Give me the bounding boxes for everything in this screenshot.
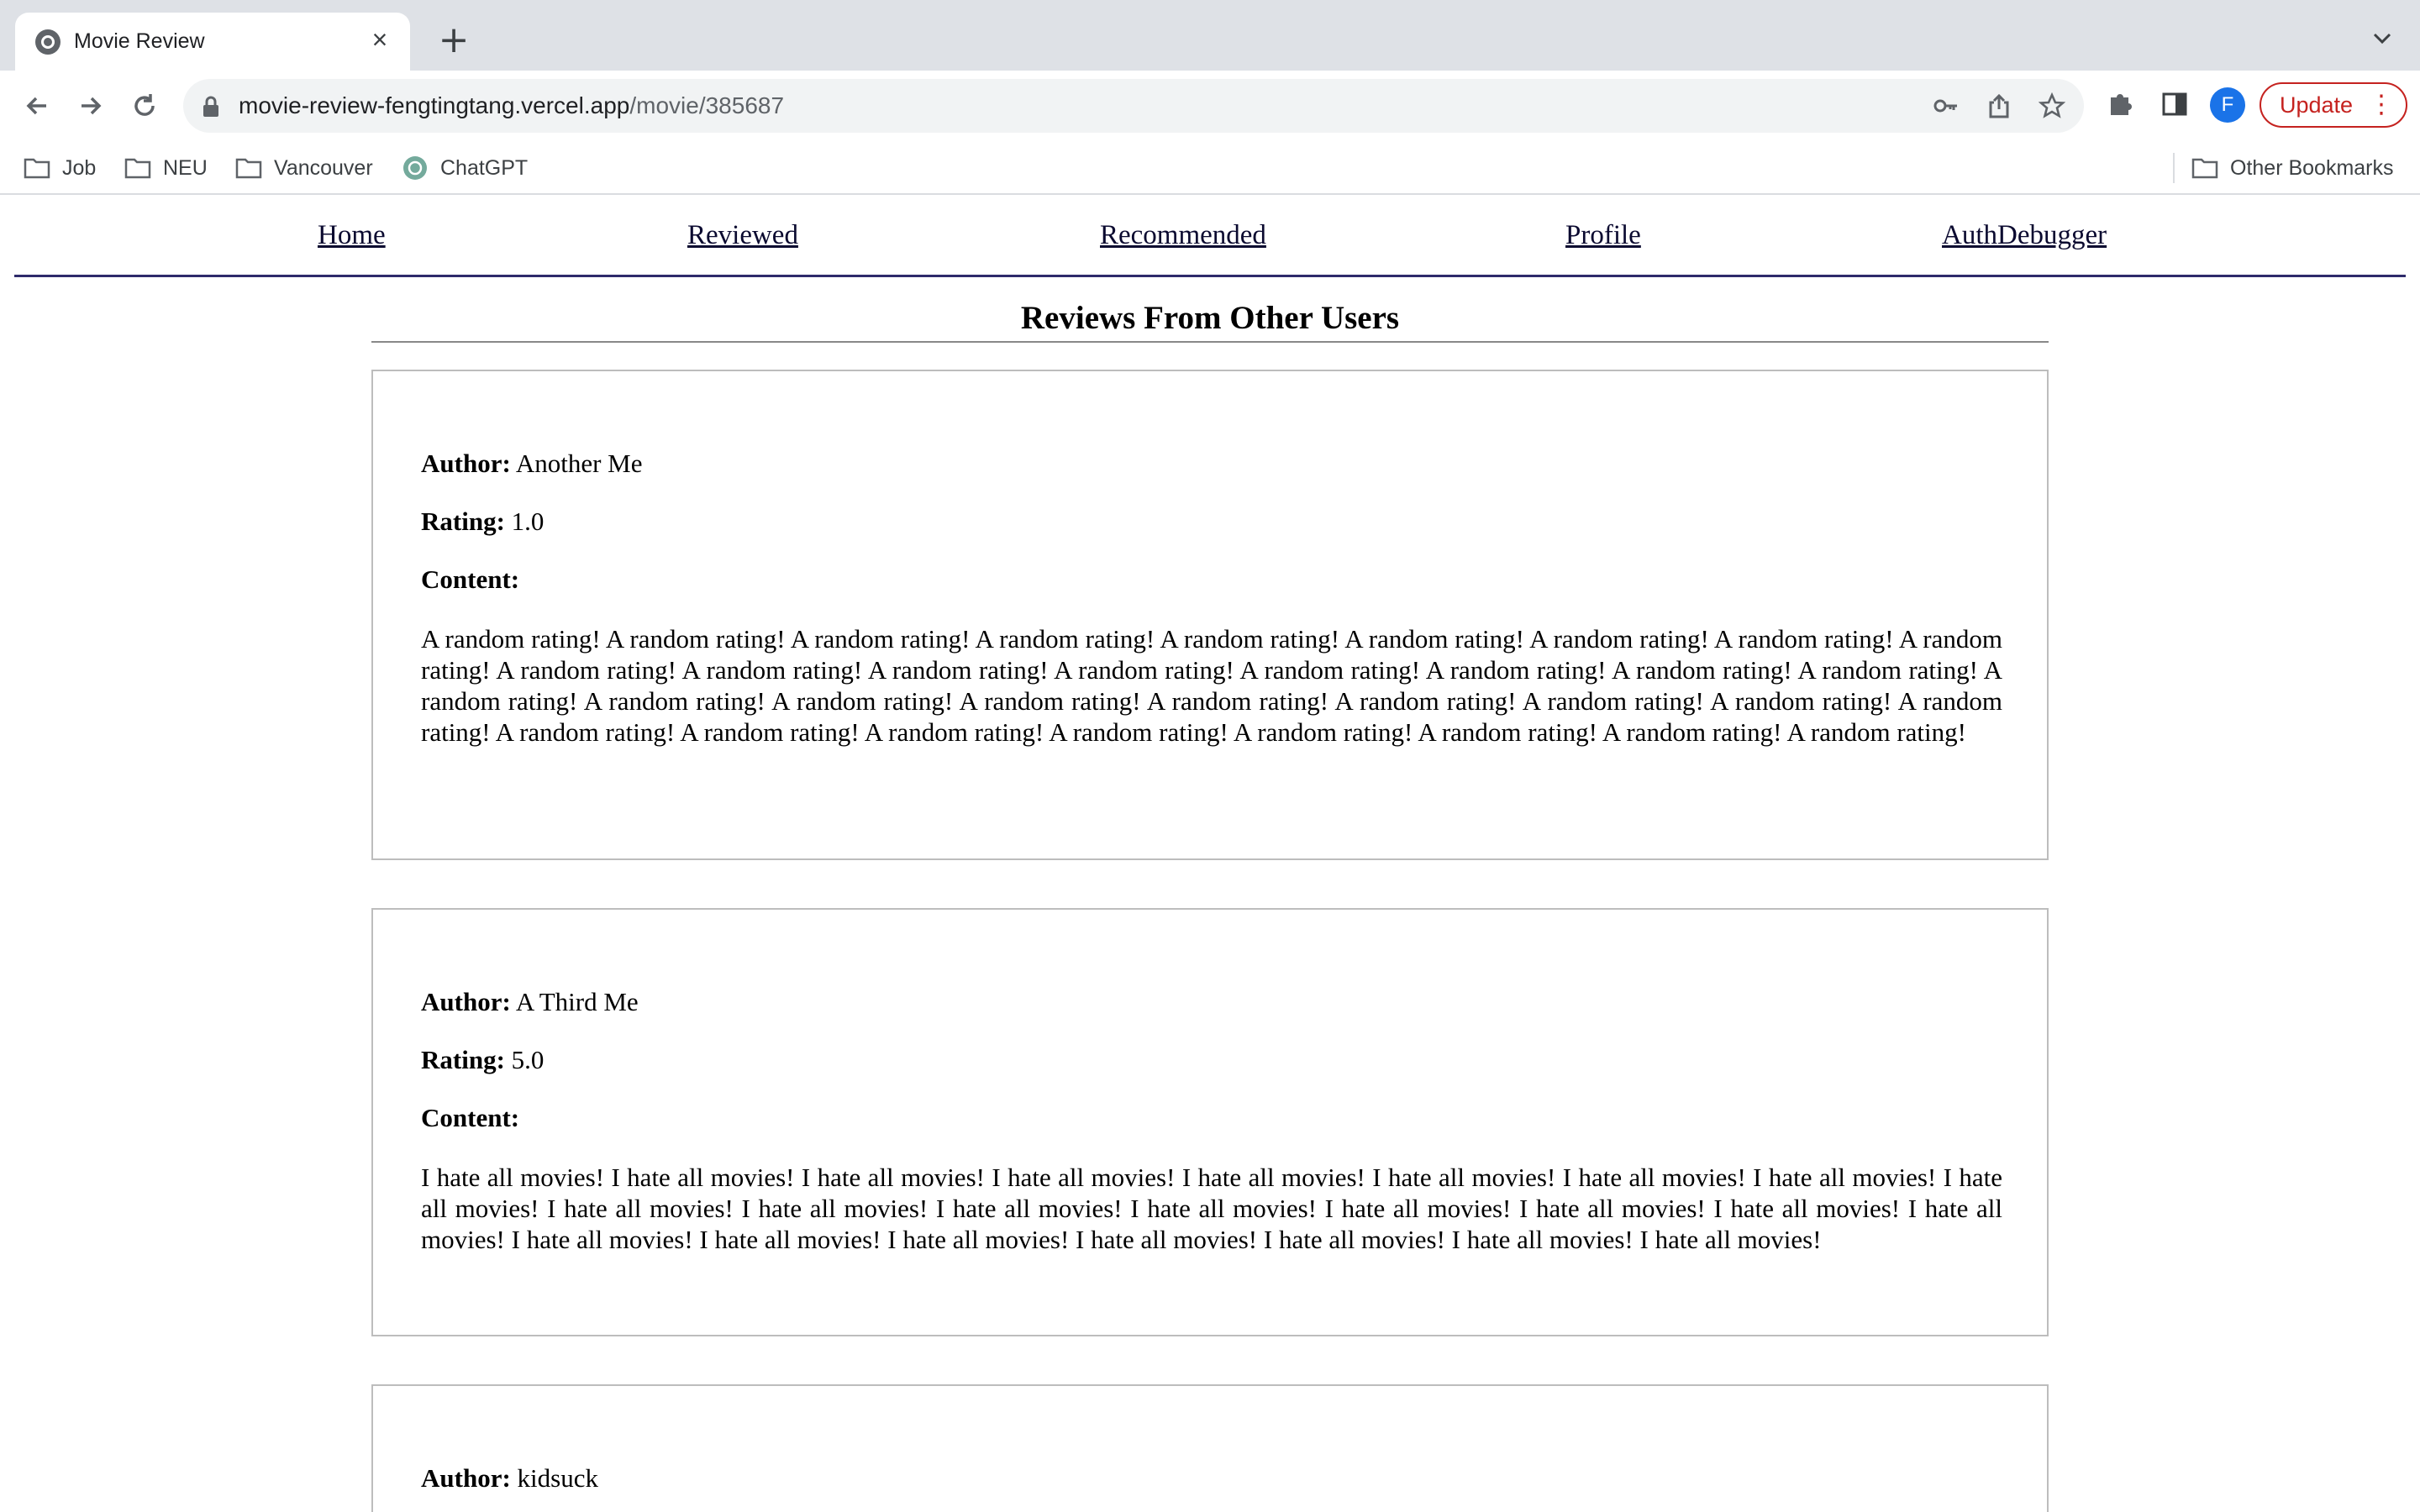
author-value: Another Me — [515, 449, 643, 478]
address-bar[interactable]: movie-review-fengtingtang.vercel.app/mov… — [183, 79, 2084, 133]
tab-movie-review[interactable]: Movie Review × — [15, 13, 410, 71]
back-arrow-icon — [26, 97, 46, 115]
bookmark-label: Job — [62, 155, 97, 180]
review-content-label: Content: — [421, 1103, 519, 1133]
author-value: kidsuck — [517, 1463, 598, 1493]
url-text: movie-review-fengtingtang.vercel.app/mov… — [239, 92, 784, 119]
content-label: Content: — [421, 1103, 520, 1132]
review-content-label: Content: — [421, 564, 519, 595]
url-path: /movie/385687 — [629, 92, 785, 118]
forward-button[interactable] — [72, 87, 109, 124]
review-card: Author: A Third Me Rating: 5.0 Content: … — [371, 908, 2049, 1336]
share-icon[interactable] — [1986, 92, 2012, 119]
globe-icon — [35, 29, 60, 55]
toolbar: movie-review-fengtingtang.vercel.app/mov… — [0, 71, 2420, 141]
extensions-puzzle-icon[interactable] — [2106, 89, 2136, 119]
nav-reviewed[interactable]: Reviewed — [687, 220, 798, 251]
folder-icon — [24, 158, 50, 179]
bookmark-vancouver[interactable]: Vancouver — [235, 153, 373, 183]
review-author: Author: Another Me — [421, 449, 642, 479]
review-author: Author: A Third Me — [421, 987, 639, 1017]
nav-profile[interactable]: Profile — [1565, 220, 1641, 251]
tab-strip: Movie Review × + — [0, 0, 2420, 71]
nav-recommended[interactable]: Recommended — [1100, 220, 1266, 251]
bookmark-neu[interactable]: NEU — [124, 153, 208, 183]
folder-icon — [235, 158, 262, 179]
folder-icon — [2191, 158, 2218, 179]
review-card: Author: kidsuck — [371, 1384, 2049, 1512]
bookmark-label: ChatGPT — [440, 155, 529, 180]
bookmark-job[interactable]: Job — [24, 153, 96, 183]
review-rating: Rating: 1.0 — [421, 507, 544, 537]
reload-icon — [134, 94, 155, 116]
rating-value: 1.0 — [511, 507, 544, 536]
page-title: Reviews From Other Users — [371, 299, 2049, 343]
chatgpt-icon — [403, 156, 427, 180]
review-content: A random rating! A random rating! A rand… — [421, 624, 2002, 747]
star-icon[interactable] — [2039, 92, 2065, 119]
review-author: Author: kidsuck — [421, 1463, 598, 1494]
update-label: Update — [2280, 92, 2354, 118]
update-button[interactable]: Update ⋮ — [2260, 82, 2407, 128]
author-label: Author: — [421, 449, 511, 478]
close-icon[interactable]: × — [365, 24, 395, 55]
folder-icon — [124, 158, 151, 179]
other-bookmarks-label: Other Bookmarks — [2230, 155, 2394, 180]
tab-title: Movie Review — [74, 29, 205, 53]
review-rating: Rating: 5.0 — [421, 1045, 544, 1075]
review-content: I hate all movies! I hate all movies! I … — [421, 1163, 2002, 1254]
content-label: Content: — [421, 564, 520, 594]
review-card: Author: Another Me Rating: 1.0 Content: … — [371, 370, 2049, 860]
more-menu-icon[interactable]: ⋮ — [2369, 84, 2394, 126]
new-tab-button[interactable]: + — [437, 22, 471, 59]
forward-arrow-icon — [82, 97, 102, 115]
key-icon[interactable] — [1933, 92, 1960, 119]
url-host: movie-review-fengtingtang.vercel.app — [239, 92, 630, 118]
page-content: Home Reviewed Recommended Profile AuthDe… — [0, 195, 2420, 1512]
site-navbar: Home Reviewed Recommended Profile AuthDe… — [14, 195, 2406, 277]
bookmarks-divider — [2173, 153, 2175, 183]
bookmark-chatgpt[interactable]: ChatGPT — [402, 153, 528, 183]
rating-value: 5.0 — [511, 1045, 544, 1074]
chevron-down-icon[interactable] — [2370, 25, 2395, 50]
nav-authdebugger[interactable]: AuthDebugger — [1942, 220, 2107, 251]
rating-label: Rating: — [421, 507, 505, 536]
reload-button[interactable] — [126, 87, 163, 124]
browser-window: Movie Review × + movie-review-fengtingta… — [0, 0, 2420, 1512]
back-button[interactable] — [18, 87, 55, 124]
profile-avatar[interactable]: F — [2210, 87, 2245, 123]
lock-icon[interactable] — [202, 96, 220, 118]
author-label: Author: — [421, 1463, 511, 1493]
bookmarks-bar: Job NEU Vancouver ChatGPT Other Bookmark… — [0, 141, 2420, 195]
other-bookmarks[interactable]: Other Bookmarks — [2191, 153, 2394, 183]
nav-home[interactable]: Home — [318, 220, 386, 251]
bookmark-label: NEU — [163, 155, 208, 180]
side-panel-icon[interactable] — [2160, 89, 2190, 119]
bookmark-label: Vancouver — [274, 155, 373, 180]
author-label: Author: — [421, 987, 511, 1016]
author-value: A Third Me — [515, 987, 639, 1016]
rating-label: Rating: — [421, 1045, 505, 1074]
